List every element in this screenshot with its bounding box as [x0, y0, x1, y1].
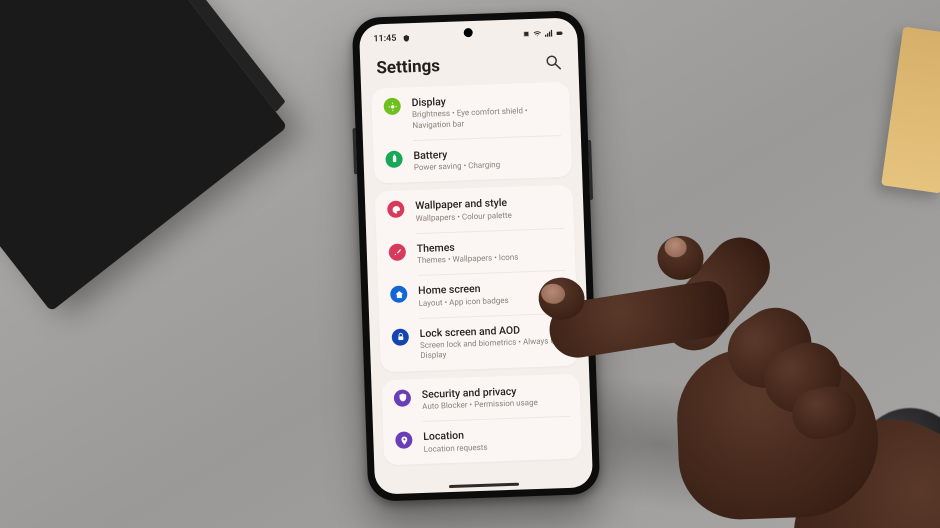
settings-item-location[interactable]: LocationLocation requests: [383, 416, 582, 465]
item-subtitle: Themes • Wallpapers • Icons: [417, 253, 519, 267]
item-subtitle: Screen lock and biometrics • Always On D…: [420, 336, 567, 362]
settings-item-themes[interactable]: ThemesThemes • Wallpapers • Icons: [376, 227, 575, 276]
settings-group: Security and privacyAuto Blocker • Permi…: [381, 373, 582, 465]
settings-group: DisplayBrightness • Eye comfort shield •…: [371, 82, 572, 184]
nfc-icon: [522, 30, 530, 38]
settings-group: Wallpaper and styleWallpapers • Colour p…: [375, 185, 579, 372]
battery-icon: [385, 150, 403, 168]
battery-status-icon: [555, 29, 563, 37]
phone-frame: 11:45 Settings: [352, 10, 601, 502]
settings-item-security[interactable]: Security and privacyAuto Blocker • Permi…: [381, 373, 580, 422]
settings-item-wallpaper[interactable]: Wallpaper and styleWallpapers • Colour p…: [375, 185, 574, 234]
power-button: [588, 140, 593, 200]
signal-icon: [544, 29, 552, 37]
pin-icon: [395, 432, 413, 450]
volume-button: [352, 128, 357, 174]
item-title: Location: [423, 428, 487, 443]
lock-icon: [391, 328, 409, 346]
home-icon: [390, 286, 408, 304]
product-box-side: [116, 0, 286, 112]
search-icon: [544, 53, 563, 72]
page-title: Settings: [376, 56, 440, 78]
wifi-icon: [533, 30, 541, 38]
settings-item-home-screen[interactable]: Home screenLayout • App icon badges: [378, 270, 577, 319]
notification-icon: [402, 34, 410, 42]
brush-icon: [389, 243, 407, 261]
item-subtitle: Power saving • Charging: [414, 160, 501, 173]
phone-screen: 11:45 Settings: [359, 17, 593, 494]
item-subtitle: Wallpapers • Colour palette: [415, 210, 511, 224]
status-time: 11:45: [373, 34, 396, 45]
settings-list[interactable]: DisplayBrightness • Eye comfort shield •…: [361, 81, 593, 494]
photo-scene: Galaxy S25 Ultra 11:45: [0, 0, 940, 528]
red-tag: [898, 504, 930, 522]
palette-icon: [387, 201, 405, 219]
product-box: Galaxy S25 Ultra: [0, 0, 287, 312]
item-subtitle: Location requests: [424, 442, 488, 455]
settings-item-display[interactable]: DisplayBrightness • Eye comfort shield •…: [371, 82, 571, 142]
shield-icon: [394, 389, 412, 407]
item-subtitle: Layout • App icon badges: [418, 295, 508, 309]
item-subtitle: Brightness • Eye comfort shield • Naviga…: [412, 105, 559, 131]
settings-item-lock-screen[interactable]: Lock screen and AODScreen lock and biome…: [379, 312, 579, 372]
sun-icon: [383, 98, 401, 116]
search-button[interactable]: [544, 53, 563, 72]
settings-item-battery[interactable]: BatteryPower saving • Charging: [373, 135, 572, 184]
wooden-prop: [881, 27, 940, 194]
